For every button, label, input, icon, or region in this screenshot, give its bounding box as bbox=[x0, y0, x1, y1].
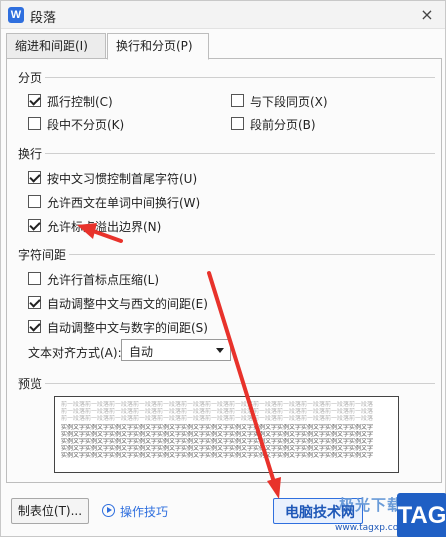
section-divider bbox=[69, 254, 435, 255]
word-wrap-label: 允许西文在单词中间换行(W) bbox=[47, 196, 201, 210]
preview-sample-text: 实例文字实例文字实例文字实例文字实例文字实例文字实例文字实例文字实例文字实例文字… bbox=[61, 445, 374, 452]
auto-space-latin-checkbox[interactable] bbox=[28, 296, 41, 309]
preview-sample-text: 实例文字实例文字实例文字实例文字实例文字实例文字实例文字实例文字实例文字实例文字… bbox=[61, 424, 374, 431]
text-alignment-label: 文本对齐方式(A): bbox=[28, 346, 122, 360]
play-circle-icon[interactable] bbox=[102, 504, 115, 517]
chinese-line-break-label: 按中文习惯控制首尾字符(U) bbox=[47, 172, 198, 186]
hanging-punctuation-checkbox[interactable] bbox=[28, 219, 41, 232]
keep-lines-together-checkbox[interactable] bbox=[28, 117, 41, 130]
tab-indent-spacing[interactable]: 缩进和间距(I) bbox=[6, 33, 106, 59]
page-break-before-checkbox[interactable] bbox=[231, 117, 244, 130]
preview-sample-text: 实例文字实例文字实例文字实例文字实例文字实例文字实例文字实例文字实例文字实例文字… bbox=[61, 452, 374, 459]
section-title-preview: 预览 bbox=[18, 375, 46, 392]
preview-prev-paragraph: 前一段落前一段落前一段落前一段落前一段落前一段落前一段落前一段落前一段落前一段落… bbox=[61, 415, 374, 422]
widow-control-checkbox[interactable] bbox=[28, 94, 41, 107]
section-title-linebreak: 换行 bbox=[18, 145, 46, 162]
preview-prev-paragraph: 前一段落前一段落前一段落前一段落前一段落前一段落前一段落前一段落前一段落前一段落… bbox=[61, 401, 374, 408]
section-divider bbox=[45, 77, 435, 78]
widow-control-label: 孤行控制(C) bbox=[47, 95, 113, 109]
paragraph-dialog: W 段落 × 缩进和间距(I) 换行和分页(P) 分页 孤行控制(C) 与下段同… bbox=[0, 0, 446, 537]
chinese-line-break-checkbox[interactable] bbox=[28, 171, 41, 184]
text-alignment-value: 自动 bbox=[129, 345, 154, 359]
site-watermark: 极光下载站 电脑技术网 www.tagxp.com TAG bbox=[279, 493, 446, 537]
section-divider bbox=[45, 383, 435, 384]
tab-line-page-breaks[interactable]: 换行和分页(P) bbox=[107, 33, 209, 60]
chevron-down-icon bbox=[216, 348, 224, 353]
compress-punctuation-checkbox[interactable] bbox=[28, 272, 41, 285]
keep-lines-together-label: 段中不分页(K) bbox=[47, 118, 125, 132]
keep-with-next-label: 与下段同页(X) bbox=[250, 95, 328, 109]
wps-writer-icon: W bbox=[8, 7, 24, 23]
watermark-main-text: 电脑技术网 bbox=[285, 505, 355, 521]
preview-prev-paragraph: 前一段落前一段落前一段落前一段落前一段落前一段落前一段落前一段落前一段落前一段落… bbox=[61, 408, 374, 415]
title-bar: W 段落 × bbox=[1, 1, 445, 29]
page-break-before-label: 段前分页(B) bbox=[250, 118, 316, 132]
tab-stops-button[interactable]: 制表位(T)... bbox=[11, 498, 89, 524]
tips-link[interactable]: 操作技巧 bbox=[120, 503, 168, 520]
auto-space-latin-label: 自动调整中文与西文的间距(E) bbox=[47, 297, 208, 311]
tag-logo: TAG bbox=[397, 493, 446, 537]
section-title-pagination: 分页 bbox=[18, 69, 46, 86]
auto-space-digits-label: 自动调整中文与数字的间距(S) bbox=[47, 321, 208, 335]
auto-space-digits-checkbox[interactable] bbox=[28, 320, 41, 333]
close-icon: × bbox=[420, 5, 434, 24]
word-wrap-checkbox[interactable] bbox=[28, 195, 41, 208]
preview-sample-text: 实例文字实例文字实例文字实例文字实例文字实例文字实例文字实例文字实例文字实例文字… bbox=[61, 438, 374, 445]
close-button[interactable]: × bbox=[415, 4, 439, 26]
hanging-punctuation-label: 允许标点溢出边界(N) bbox=[47, 220, 162, 234]
preview-sample-text: 实例文字实例文字实例文字实例文字实例文字实例文字实例文字实例文字实例文字实例文字… bbox=[61, 431, 374, 438]
dialog-title: 段落 bbox=[30, 11, 57, 26]
keep-with-next-checkbox[interactable] bbox=[231, 94, 244, 107]
section-divider bbox=[45, 153, 435, 154]
text-alignment-select[interactable]: 自动 bbox=[121, 339, 231, 361]
preview-box: 前一段落前一段落前一段落前一段落前一段落前一段落前一段落前一段落前一段落前一段落… bbox=[54, 396, 399, 473]
compress-punctuation-label: 允许行首标点压缩(L) bbox=[47, 273, 160, 287]
section-title-spacing: 字符间距 bbox=[18, 246, 70, 263]
